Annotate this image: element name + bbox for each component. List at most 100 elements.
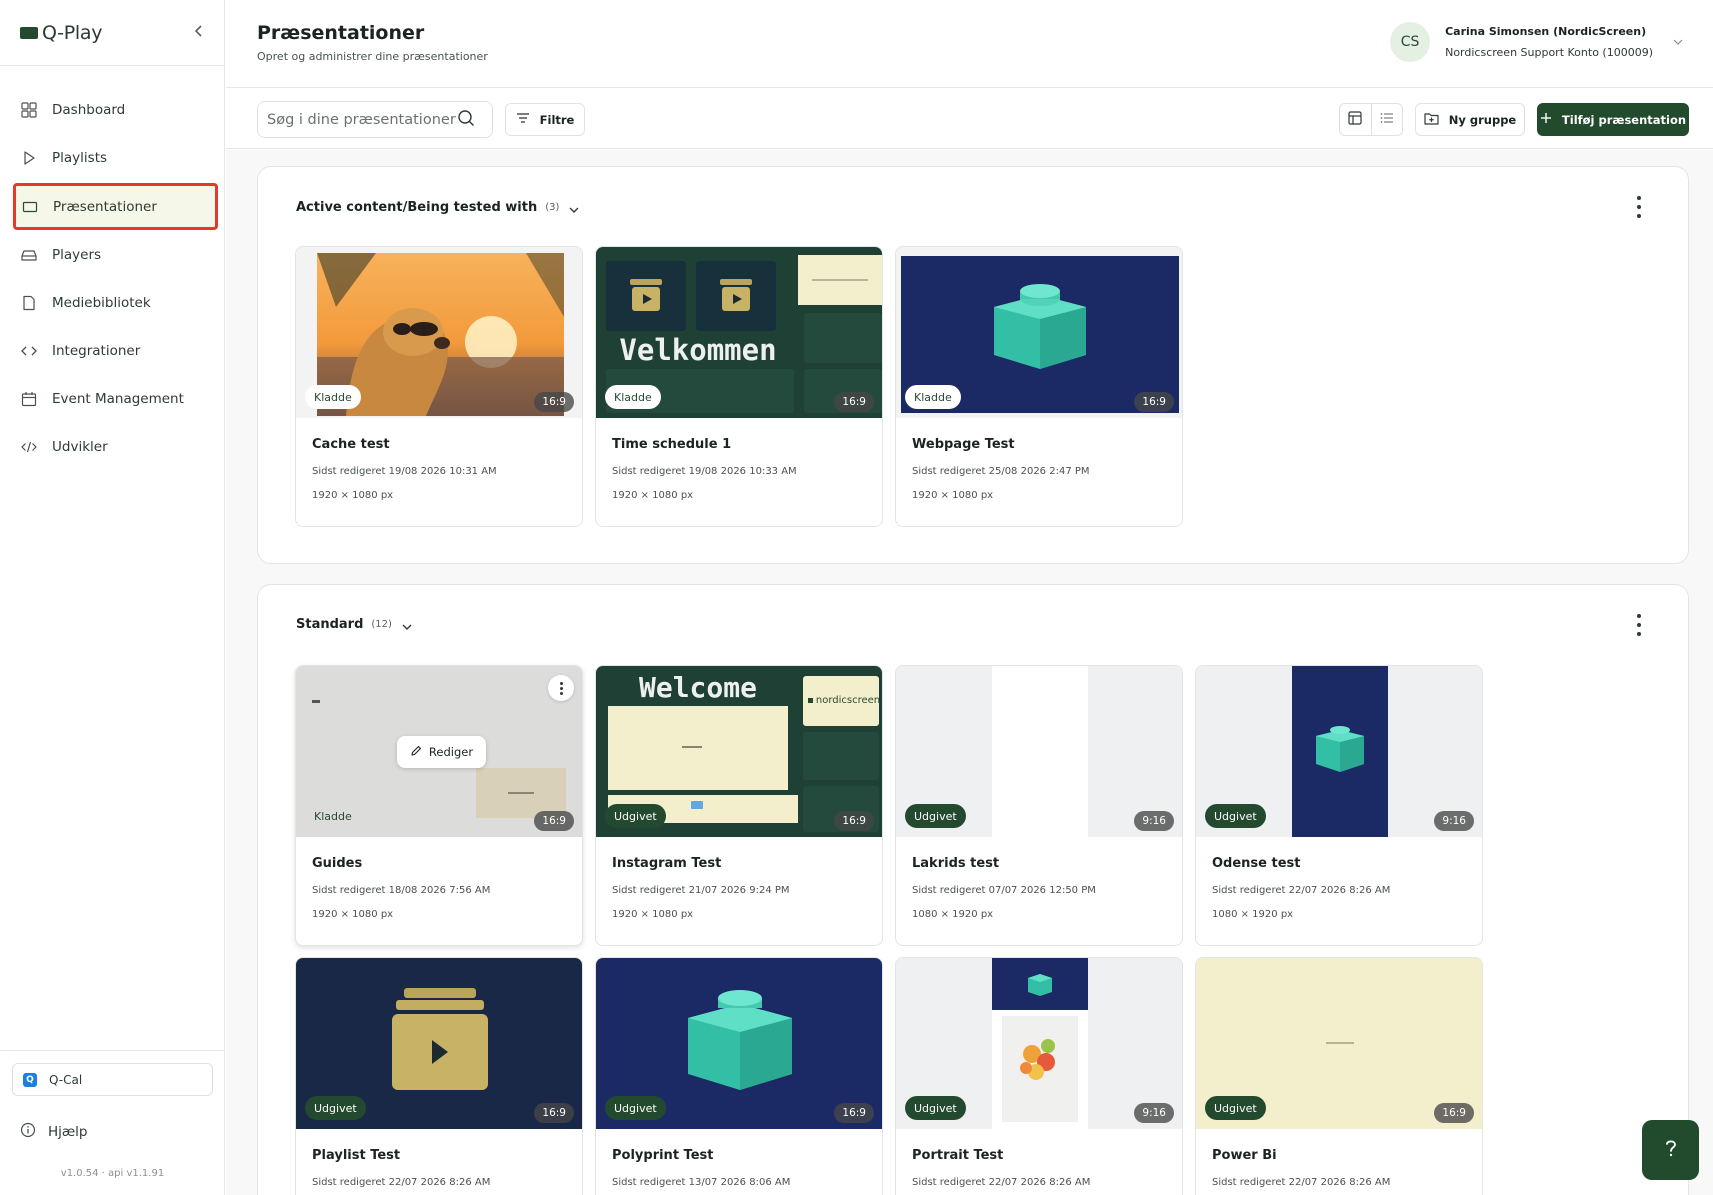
- sidebar-item-label: Dashboard: [52, 102, 126, 118]
- group-header[interactable]: Standard (12): [296, 615, 412, 634]
- status-badge: Udgivet: [905, 804, 966, 828]
- presentation-card[interactable]: Rediger Kladde 16:9 Guides Sidst rediger…: [295, 665, 583, 946]
- card-edited: Sidst redigeret 18/08 2026 7:56 AM: [312, 885, 491, 896]
- card-edited: Sidst redigeret 22/07 2026 8:26 AM: [912, 1177, 1091, 1188]
- card-size: 1920 × 1080 px: [612, 490, 694, 501]
- aspect-ratio-badge: 9:16: [1434, 811, 1474, 831]
- file-icon: [20, 294, 38, 312]
- aspect-ratio-badge: 16:9: [1434, 1103, 1474, 1123]
- logo-row: Q-Play: [0, 0, 224, 66]
- presentation-group-standard: Standard (12) Rediger Kladde 16:9 Guides…: [257, 584, 1689, 1195]
- question-icon: [1664, 1138, 1678, 1163]
- card-title: Cache test: [312, 437, 390, 452]
- sidebar-nav: Dashboard Playlists Præsentationer Playe…: [0, 66, 224, 467]
- sidebar-item-players[interactable]: Players: [14, 235, 210, 275]
- card-edited: Sidst redigeret 22/07 2026 8:26 AM: [1212, 1177, 1391, 1188]
- presentation-card[interactable]: Udgivet 16:9 Playlist Test Sidst rediger…: [295, 957, 583, 1195]
- sidebar-item-label: Integrationer: [52, 343, 141, 359]
- chevron-down-icon: [402, 615, 412, 634]
- chevron-down-icon: [569, 198, 579, 217]
- pencil-icon: [410, 745, 422, 760]
- aspect-ratio-badge: 9:16: [1134, 1103, 1174, 1123]
- presentation-card[interactable]: Udgivet 9:16 Odense test Sidst redigeret…: [1195, 665, 1483, 946]
- aspect-ratio-badge: 9:16: [1134, 811, 1174, 831]
- presentation-card[interactable]: nordicscreen Welcome Udgivet 16:9 Instag…: [595, 665, 883, 946]
- group-count: (12): [371, 619, 392, 630]
- sidebar-item-event-management[interactable]: Event Management: [14, 379, 210, 419]
- presentation-card[interactable]: Velkommen Kladde 16:9 Time schedule 1 Si…: [595, 246, 883, 527]
- sidebar: Q-Play Dashboard Playlists Præsentatione…: [0, 0, 225, 1195]
- info-icon: [20, 1122, 36, 1142]
- player-icon: [20, 246, 38, 264]
- search-box: [257, 101, 493, 138]
- status-badge: Udgivet: [905, 1096, 966, 1120]
- group-title: Standard: [296, 617, 364, 632]
- presentation-card[interactable]: Udgivet 9:16 Portrait Test Sidst rediger…: [895, 957, 1183, 1195]
- aspect-ratio-badge: 16:9: [834, 811, 874, 831]
- card-more-icon[interactable]: [548, 675, 574, 701]
- new-group-button[interactable]: Ny gruppe: [1415, 103, 1525, 136]
- group-more-icon[interactable]: [1634, 614, 1644, 636]
- card-thumbnail: Kladde 16:9: [296, 247, 582, 418]
- thumb-heading: Velkommen: [619, 333, 776, 367]
- presentation-icon: [21, 198, 39, 216]
- card-edited: Sidst redigeret 25/08 2026 2:47 PM: [912, 466, 1090, 477]
- edit-button[interactable]: Rediger: [397, 736, 486, 768]
- help-fab-button[interactable]: [1642, 1120, 1699, 1180]
- user-info: Carina Simonsen (NordicScreen) Nordicscr…: [1445, 25, 1653, 59]
- card-size: 1920 × 1080 px: [612, 909, 694, 920]
- main-content: Active content/Being tested with (3) Kla…: [226, 150, 1713, 1195]
- search-input[interactable]: [267, 111, 457, 128]
- folder-plus-icon: [1424, 112, 1439, 128]
- group-count: (3): [545, 202, 560, 213]
- presentation-card[interactable]: Kladde 16:9 Cache test Sidst redigeret 1…: [295, 246, 583, 527]
- presentation-card[interactable]: Udgivet 9:16 Lakrids test Sidst redigere…: [895, 665, 1183, 946]
- sidebar-item-integrationer[interactable]: Integrationer: [14, 331, 210, 371]
- sidebar-item-label: Event Management: [52, 391, 184, 407]
- qcal-icon: Q: [23, 1072, 37, 1087]
- sidebar-item-mediebibliotek[interactable]: Mediebibliotek: [14, 283, 210, 323]
- sidebar-item-praesentationer[interactable]: Præsentationer: [13, 183, 218, 230]
- card-size: 1920 × 1080 px: [912, 490, 994, 501]
- view-toggle: [1339, 103, 1403, 136]
- presentation-card[interactable]: Udgivet 16:9 Polyprint Test Sidst redige…: [595, 957, 883, 1195]
- sidebar-item-playlists[interactable]: Playlists: [14, 138, 210, 178]
- card-thumbnail: Udgivet 9:16: [896, 666, 1182, 837]
- card-edited: Sidst redigeret 19/08 2026 10:31 AM: [312, 466, 497, 477]
- grid-view-icon: [1348, 111, 1363, 128]
- add-presentation-button[interactable]: Tilføj præsentation: [1537, 103, 1689, 136]
- card-title: Polyprint Test: [612, 1148, 714, 1163]
- qcal-link[interactable]: Q Q-Cal: [12, 1063, 213, 1096]
- chevron-left-icon[interactable]: [194, 24, 204, 41]
- sidebar-item-label: Players: [52, 247, 102, 263]
- card-thumbnail: Velkommen Kladde 16:9: [596, 247, 882, 418]
- aspect-ratio-badge: 16:9: [834, 1103, 874, 1123]
- aspect-ratio-badge: 16:9: [534, 811, 574, 831]
- edit-label: Rediger: [428, 745, 474, 759]
- status-badge: Kladde: [605, 385, 661, 409]
- presentation-card[interactable]: Udgivet 16:9 Power Bi Sidst redigeret 22…: [1195, 957, 1483, 1195]
- sidebar-item-udvikler[interactable]: Udvikler: [14, 427, 210, 467]
- calendar-icon: [20, 390, 38, 408]
- card-size: 1920 × 1080 px: [312, 490, 394, 501]
- plus-icon: [1540, 112, 1552, 127]
- aspect-ratio-badge: 16:9: [834, 392, 874, 412]
- card-edited: Sidst redigeret 22/07 2026 8:26 AM: [312, 1177, 491, 1188]
- status-badge: Udgivet: [1205, 1096, 1266, 1120]
- add-presentation-label: Tilføj præsentation: [1561, 112, 1687, 127]
- card-size: 1080 × 1920 px: [1212, 909, 1294, 920]
- help-link[interactable]: Hjælp: [20, 1122, 225, 1142]
- grid-view-button[interactable]: [1340, 104, 1371, 135]
- group-header[interactable]: Active content/Being tested with (3): [296, 198, 579, 217]
- filter-button[interactable]: Filtre: [505, 103, 585, 136]
- list-view-icon: [1380, 112, 1394, 127]
- sidebar-item-dashboard[interactable]: Dashboard: [14, 90, 210, 130]
- group-more-icon[interactable]: [1634, 196, 1644, 218]
- filter-icon: [516, 112, 530, 127]
- app-name: Q-Play: [42, 21, 103, 44]
- presentation-card[interactable]: Kladde 16:9 Webpage Test Sidst redigeret…: [895, 246, 1183, 527]
- list-view-button[interactable]: [1370, 104, 1402, 135]
- user-menu[interactable]: CS Carina Simonsen (NordicScreen) Nordic…: [1390, 22, 1683, 62]
- app-root: Q-Play Dashboard Playlists Præsentatione…: [0, 0, 1713, 1195]
- search-icon[interactable]: [457, 109, 475, 131]
